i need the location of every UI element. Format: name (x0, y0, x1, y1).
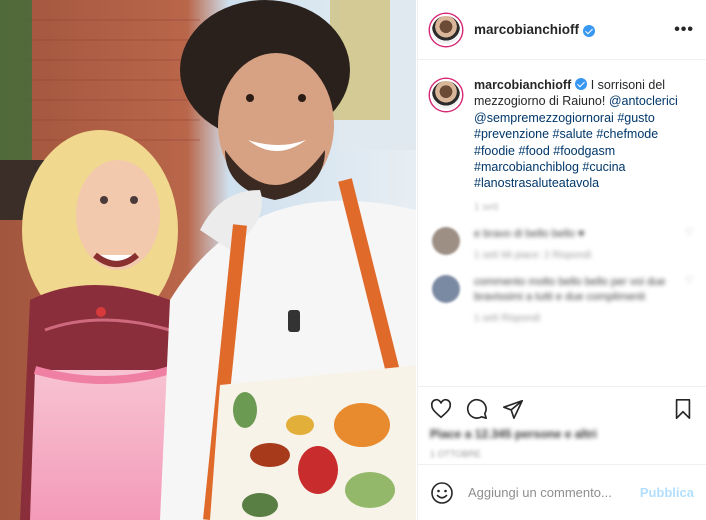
post-photo[interactable] (0, 0, 416, 520)
post-time: 1 sett (474, 201, 499, 213)
action-bar: Piace a 12.345 persone e altri 1 OTTOBRE (418, 386, 706, 460)
avatar[interactable] (432, 226, 460, 255)
caption-username[interactable]: marcobianchioff (474, 78, 571, 92)
list-item: e bravo di bello bello ♥ 1 sett Mi piace… (430, 226, 694, 261)
username[interactable]: marcobianchioff (474, 22, 579, 37)
comment-body: e bravo di bello bello ♥ 1 sett Mi piace… (474, 227, 679, 261)
avatar[interactable] (430, 79, 462, 111)
hashtag-link[interactable]: #cucina (582, 160, 625, 174)
avatar[interactable] (432, 274, 460, 303)
comment-text: e bravo di bello bello ♥ (474, 227, 585, 240)
verified-icon (583, 24, 596, 37)
comment-icon[interactable] (466, 398, 488, 420)
action-icons (430, 395, 694, 423)
hashtag-link[interactable]: #lanostrasaluteatavola (474, 176, 599, 190)
post-date: 1 OTTOBRE (430, 449, 481, 459)
hashtag-link[interactable]: #salute (553, 127, 593, 141)
comment-text: commento molto bello bello per voi due b… (474, 275, 666, 303)
post-side-panel: marcobianchioff ••• marcobianchioff I so… (417, 0, 706, 520)
share-icon[interactable] (502, 398, 524, 420)
hashtag-link[interactable]: #prevenzione (474, 127, 549, 141)
hashtag-link[interactable]: #gusto (617, 111, 655, 125)
emoji-icon[interactable] (430, 481, 454, 505)
more-icon[interactable]: ••• (674, 21, 694, 39)
likes-count[interactable]: Piace a 12.345 persone e altri (430, 427, 694, 441)
verified-icon (575, 78, 588, 90)
comment-body: commento molto bello bello per voi due b… (474, 275, 679, 324)
hashtag-link[interactable]: #marcobianchiblog (474, 160, 579, 174)
comment-meta: 1 sett Rispondi (474, 312, 541, 324)
hashtag-link[interactable]: #foodgasm (553, 144, 615, 158)
bookmark-icon[interactable] (672, 398, 694, 420)
heart-icon[interactable]: ♡ (685, 227, 694, 238)
comment-box: Pubblica (418, 464, 706, 520)
comment-meta: 1 sett Mi piace: 2 Rispondi (474, 249, 592, 261)
hashtag-link[interactable]: #foodie (474, 144, 515, 158)
comment-input[interactable] (468, 485, 638, 500)
caption-area: marcobianchioff I sorrisoni del mezzogio… (418, 61, 706, 386)
mention-link[interactable]: @antoclerici (609, 94, 678, 108)
hashtag-link[interactable]: #food (519, 144, 550, 158)
heart-icon[interactable]: ♡ (685, 275, 694, 286)
photo-image (0, 0, 416, 520)
list-item: commento molto bello bello per voi due b… (430, 274, 694, 324)
caption-text: marcobianchioff I sorrisoni del mezzogio… (474, 77, 684, 192)
hashtag-link[interactable]: #chefmode (596, 127, 658, 141)
heart-icon[interactable] (430, 398, 452, 420)
mention-link[interactable]: @sempremezzogiornorai (474, 111, 614, 125)
caption: marcobianchioff I sorrisoni del mezzogio… (430, 77, 694, 192)
publish-button[interactable]: Pubblica (640, 485, 694, 500)
post-header: marcobianchioff ••• (418, 0, 706, 60)
avatar[interactable] (430, 13, 462, 46)
